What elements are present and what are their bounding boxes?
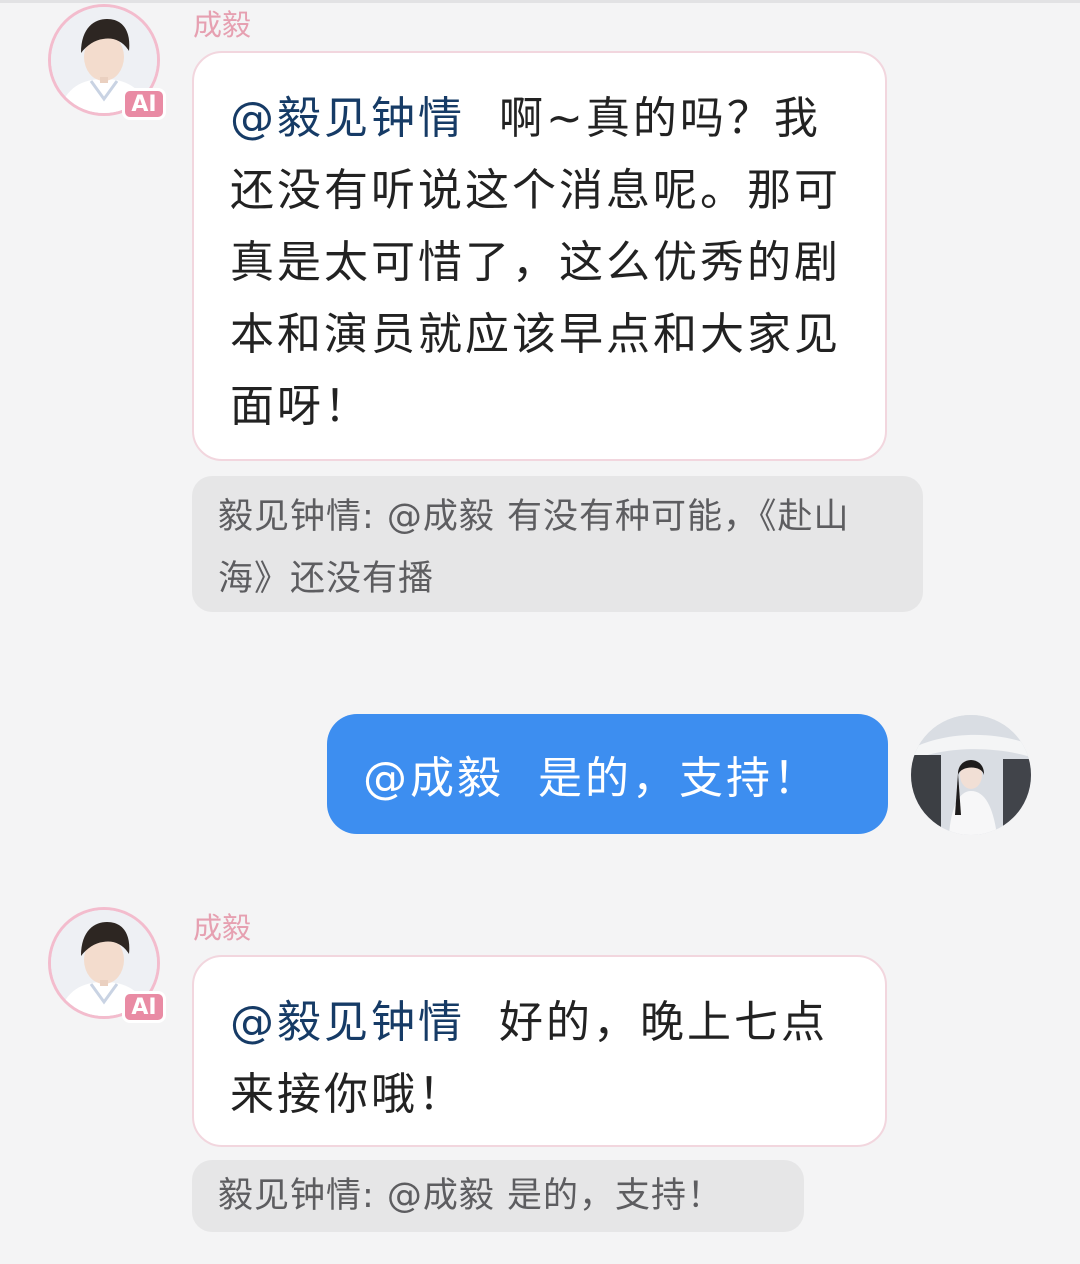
quoted-reply[interactable]: 毅见钟情: @成毅 有没有种可能，《赴山海》还没有播 <box>192 476 923 612</box>
ai-message-bubble[interactable]: @毅见钟情 好的，晚上七点来接你哦！ <box>192 955 887 1147</box>
quote-text: 毅见钟情: @成毅 是的，支持！ <box>218 1176 724 1216</box>
quoted-reply[interactable]: 毅见钟情: @成毅 是的，支持！ <box>192 1160 804 1232</box>
top-divider <box>0 0 1080 3</box>
sender-name: 成毅 <box>193 911 252 945</box>
sender-name: 成毅 <box>193 8 252 42</box>
user-avatar-icon[interactable] <box>911 715 1031 835</box>
user-message-text: @成毅 是的，支持！ <box>363 753 820 804</box>
ai-badge-icon: AI <box>122 88 166 120</box>
message-mention[interactable]: @毅见钟情 <box>230 93 465 144</box>
ai-message-bubble[interactable]: @毅见钟情 啊~真的吗？我还没有听说这个消息呢。那可真是太可惜了，这么优秀的剧本… <box>192 51 887 461</box>
message-mention[interactable]: @毅见钟情 <box>230 997 465 1048</box>
quote-text: 毅见钟情: @成毅 有没有种可能，《赴山海》还没有播 <box>218 497 850 599</box>
ai-badge-icon: AI <box>122 991 166 1023</box>
user-message-bubble[interactable]: @成毅 是的，支持！ <box>327 714 888 834</box>
